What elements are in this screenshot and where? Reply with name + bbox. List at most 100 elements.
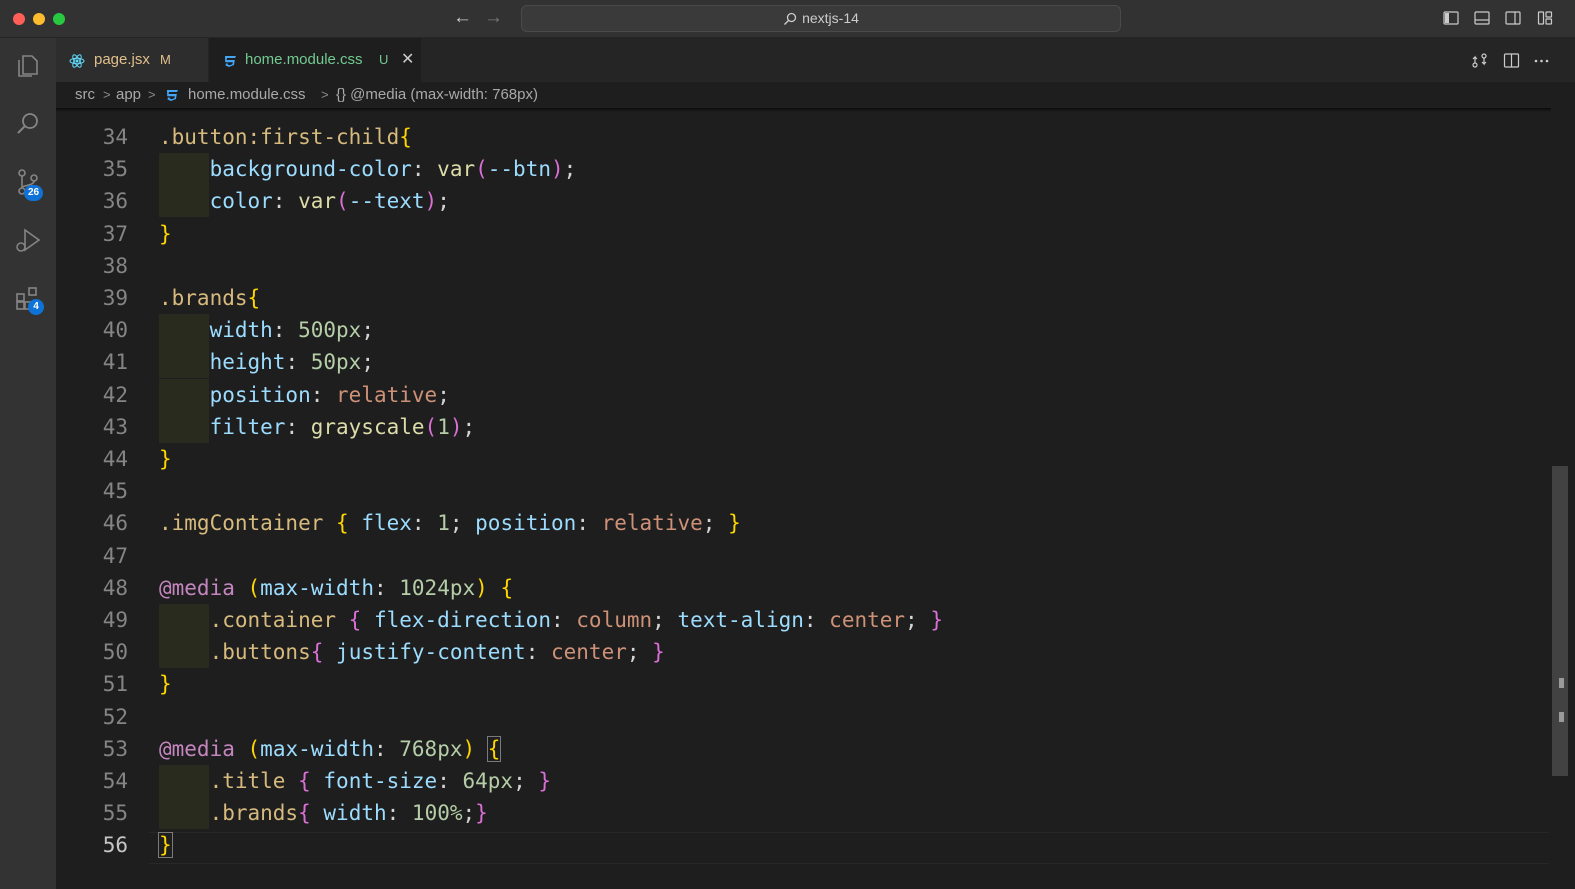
code-token: 768px xyxy=(399,737,463,761)
code-line[interactable]: .title { font-size: 64px; } xyxy=(159,765,551,797)
code-token: } xyxy=(538,769,552,793)
breadcrumb-item-file[interactable]: home.module.css xyxy=(188,82,306,108)
code-token: : xyxy=(272,189,299,213)
code-token: ; xyxy=(905,608,931,632)
code-token: ( xyxy=(475,157,488,181)
search-icon[interactable] xyxy=(14,110,42,138)
scrollbar-thumb[interactable] xyxy=(1552,466,1568,776)
explorer-icon[interactable] xyxy=(14,52,42,80)
code-token: ; xyxy=(563,157,577,181)
code-token: : xyxy=(285,415,311,439)
code-line[interactable]: position: relative; xyxy=(159,379,450,411)
code-token: position xyxy=(209,383,311,407)
code-editor[interactable]: 34 .button:first-child{35 background-colo… xyxy=(56,108,1575,889)
code-token: : xyxy=(310,383,337,407)
code-token: : xyxy=(550,608,577,632)
code-token: : xyxy=(437,769,463,793)
line-number: 55 xyxy=(102,801,128,825)
code-token: .brands xyxy=(209,801,299,825)
toggle-secondary-sidebar-icon[interactable] xyxy=(1505,10,1521,26)
code-token: center xyxy=(551,640,627,664)
code-line[interactable]: } xyxy=(158,829,173,861)
more-actions-icon[interactable] xyxy=(1533,52,1550,69)
breadcrumb-item-src[interactable]: src xyxy=(75,82,95,108)
code-token: : xyxy=(803,608,830,632)
code-line[interactable]: color: var(--text); xyxy=(159,185,450,217)
code-token: } xyxy=(159,447,172,471)
code-line[interactable]: background-color: var(--btn); xyxy=(159,153,577,185)
search-icon xyxy=(784,12,797,25)
code-token: : xyxy=(411,157,438,181)
breadcrumb-separator: > xyxy=(103,87,111,102)
code-token: .button:first-child xyxy=(159,125,400,149)
line-number: 38 xyxy=(102,254,128,278)
toggle-primary-sidebar-icon[interactable] xyxy=(1443,10,1459,26)
nav-back-button[interactable]: ← xyxy=(453,7,472,29)
window-title: nextjs-14 xyxy=(802,10,859,26)
code-line[interactable]: filter: grayscale(1); xyxy=(159,411,476,443)
code-token: } xyxy=(159,672,172,696)
css-icon xyxy=(225,56,236,67)
react-icon xyxy=(69,54,85,68)
split-editor-icon[interactable] xyxy=(1503,52,1520,69)
code-line[interactable]: @media (max-width: 1024px) { xyxy=(159,572,513,604)
code-token: ) xyxy=(475,576,488,600)
code-line[interactable]: .buttons{ justify-content: center; } xyxy=(159,636,665,668)
code-token: 1 xyxy=(437,415,450,439)
code-token: { xyxy=(298,769,311,793)
code-token: ; xyxy=(626,640,653,664)
code-token: .buttons xyxy=(209,640,311,664)
code-line[interactable]: } xyxy=(159,218,172,250)
close-window-button[interactable] xyxy=(13,13,25,25)
editor-scroll-shadow xyxy=(56,108,1551,112)
current-line-highlight xyxy=(149,832,1549,864)
code-line[interactable]: width: 500px; xyxy=(159,314,374,346)
code-token: background-color xyxy=(209,157,412,181)
line-number: 49 xyxy=(102,608,128,632)
code-token: --text xyxy=(348,189,425,213)
code-token: { xyxy=(399,125,412,149)
run-debug-icon[interactable] xyxy=(14,226,42,254)
code-token: : xyxy=(386,801,412,825)
code-line[interactable]: .container { flex-direction: column; tex… xyxy=(159,604,943,636)
nav-forward-button[interactable]: → xyxy=(484,7,503,29)
maximize-window-button[interactable] xyxy=(53,13,65,25)
line-number: 44 xyxy=(102,447,128,471)
scrollbar-marker xyxy=(1559,712,1564,722)
code-token: } xyxy=(652,640,665,664)
code-line[interactable]: height: 50px; xyxy=(159,346,374,378)
minimize-window-button[interactable] xyxy=(33,13,45,25)
code-line[interactable]: .button:first-child{ xyxy=(159,121,412,153)
tab-page-jsx[interactable]: page.jsx M xyxy=(56,38,208,82)
toggle-panel-icon[interactable] xyxy=(1474,10,1490,26)
code-token: ( xyxy=(247,737,261,761)
code-token: ) xyxy=(462,737,476,761)
code-token: position xyxy=(475,511,577,535)
code-line[interactable]: } xyxy=(159,668,172,700)
code-line[interactable]: .brands{ xyxy=(159,282,260,314)
command-center[interactable]: nextjs-14 xyxy=(521,5,1121,32)
code-line[interactable]: } xyxy=(159,443,172,475)
tab-label: home.module.css xyxy=(245,51,363,68)
open-changes-icon[interactable] xyxy=(1471,52,1488,69)
code-line[interactable]: @media (max-width: 768px) { xyxy=(159,733,502,765)
tab-home-module-css[interactable]: home.module.css U ✕ xyxy=(209,38,421,82)
line-number: 53 xyxy=(102,737,128,761)
tab-label: page.jsx xyxy=(94,51,150,68)
css-icon xyxy=(167,90,178,101)
breadcrumb-item-app[interactable]: app xyxy=(116,82,141,108)
breadcrumb-item-symbol[interactable]: {} @media (max-width: 768px) xyxy=(336,82,538,108)
code-line[interactable]: .imgContainer { flex: 1; position: relat… xyxy=(159,507,741,539)
code-token: ; xyxy=(361,318,374,342)
close-tab-icon[interactable]: ✕ xyxy=(401,38,414,82)
customize-layout-icon[interactable] xyxy=(1537,10,1553,26)
code-line[interactable]: .brands{ width: 100%;} xyxy=(159,797,488,829)
